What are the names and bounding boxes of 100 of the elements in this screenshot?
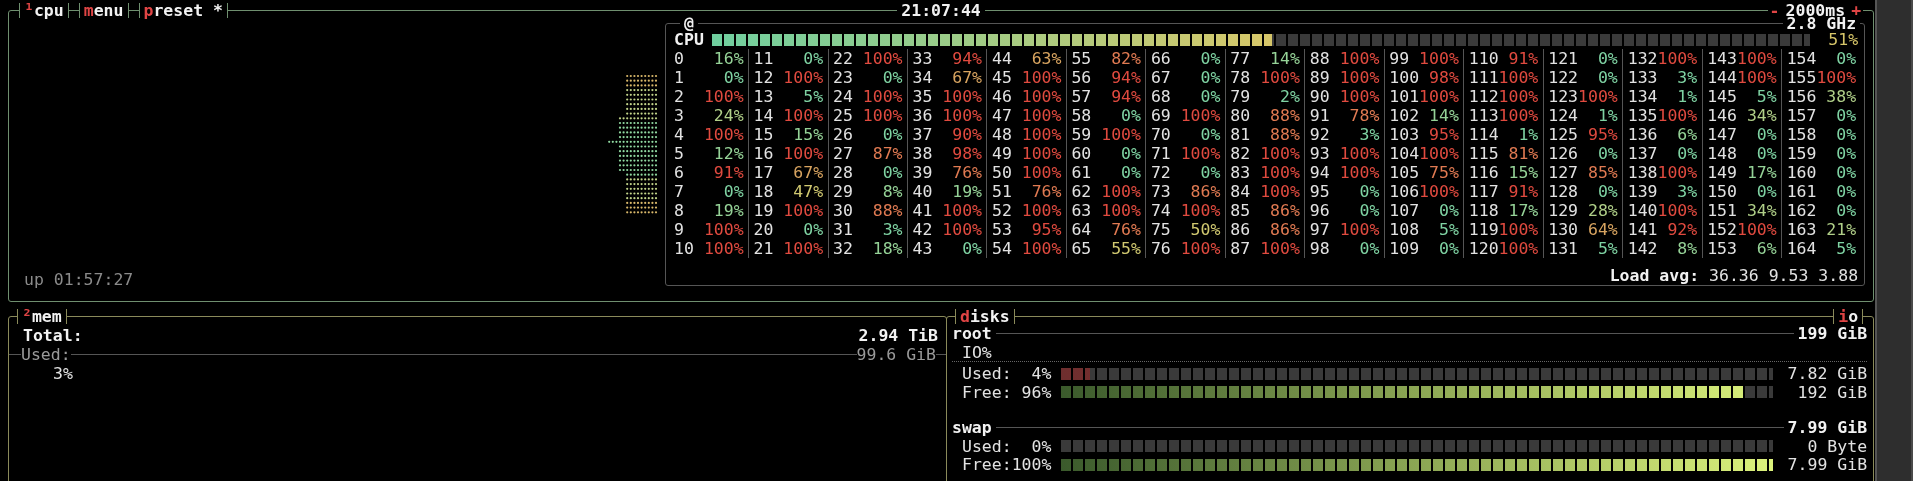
core-label: 146 (1707, 106, 1737, 125)
core-usage: 12% (712, 144, 744, 163)
core-usage: 100% (1498, 220, 1539, 239)
core-label: 95 (1309, 182, 1331, 201)
core-usage: 100% (1578, 87, 1618, 106)
core-label: 140 (1627, 201, 1658, 220)
core-usage: 5% (802, 87, 824, 106)
core-usage: 100% (1021, 106, 1062, 125)
core-usage: 81% (1507, 144, 1539, 163)
load-avg-label: Load avg: (1609, 266, 1700, 285)
core-usage: 78% (1348, 106, 1380, 125)
core-usage: 100% (703, 125, 744, 144)
core-label: 36 (912, 106, 934, 125)
core-usage: 100% (703, 220, 744, 239)
cpu-frequency: 2.8 GHz (1782, 16, 1861, 31)
core-label: 153 (1707, 239, 1737, 258)
core-label: 35 (912, 87, 934, 106)
core-usage: 100% (783, 68, 824, 87)
core-label: 112 (1468, 87, 1499, 106)
core-label: 109 (1389, 239, 1420, 258)
core-usage: 86% (1269, 220, 1300, 239)
core-label: 145 (1707, 87, 1737, 106)
core-label: 62 (1071, 182, 1093, 201)
core-label: 82 (1230, 144, 1252, 163)
core-usage: 14% (1269, 49, 1300, 68)
core-label: 147 (1707, 125, 1737, 144)
core-label: 7 (674, 182, 685, 201)
core-usage: 86% (1189, 182, 1221, 201)
core-label: 163 (1786, 220, 1817, 239)
core-label: 129 (1548, 201, 1579, 220)
core-usage: 0% (1358, 201, 1380, 220)
core-label: 101 (1389, 87, 1420, 106)
core-usage: 0% (1199, 163, 1221, 182)
volume-size: 7.99 GiB (1787, 418, 1868, 438)
io-button[interactable]: io (1833, 309, 1864, 324)
core-label: 94 (1309, 163, 1331, 182)
core-usage: 18% (871, 239, 903, 258)
core-label: 30 (833, 201, 854, 220)
clock: 21:07:44 (897, 3, 985, 18)
used-label: Used: (21, 345, 71, 364)
core-usage: 100% (1021, 68, 1062, 87)
core-usage: 100% (1736, 220, 1777, 239)
core-label: 29 (833, 182, 854, 201)
scrollbar[interactable] (1875, 0, 1913, 481)
core-usage: 50% (1189, 220, 1221, 239)
menu-button[interactable]: menu (78, 3, 129, 18)
core-label: 74 (1150, 201, 1172, 220)
core-label: 115 (1468, 144, 1499, 163)
core-label: 68 (1150, 87, 1172, 106)
core-label: 141 (1627, 220, 1658, 239)
cpu-box-title[interactable]: ¹cpu (19, 3, 69, 18)
core-usage: 100% (1657, 201, 1698, 220)
preset-button[interactable]: preset * (138, 3, 228, 18)
core-usage: 0% (1755, 182, 1777, 201)
core-usage: 100% (1498, 68, 1539, 87)
core-label: 116 (1468, 163, 1499, 182)
core-label: 97 (1309, 220, 1331, 239)
volume-name: root (952, 323, 992, 343)
core-usage: 14% (1428, 106, 1459, 125)
core-usage: 5% (1755, 87, 1777, 106)
core-label: 164 (1786, 239, 1817, 258)
core-label: 128 (1548, 182, 1579, 201)
core-label: 73 (1150, 182, 1172, 201)
core-usage: 34% (1745, 106, 1777, 125)
disks-box-title[interactable]: disks (955, 309, 1015, 324)
core-label: 14 (753, 106, 775, 125)
core-label: 45 (991, 68, 1013, 87)
core-usage: 95% (1030, 220, 1062, 239)
core-label: 24 (833, 87, 854, 106)
core-usage: 0% (1676, 144, 1698, 163)
core-label: 65 (1071, 239, 1093, 258)
core-label: 111 (1468, 68, 1499, 87)
core-usage: 0% (1199, 68, 1221, 87)
mem-box-title[interactable]: ²mem (17, 309, 67, 324)
core-label: 149 (1707, 163, 1737, 182)
core-usage: 0% (1835, 144, 1857, 163)
core-usage: 16% (712, 49, 744, 68)
core-label: 91 (1309, 106, 1331, 125)
core-label: 133 (1627, 68, 1658, 87)
core-usage: 17% (1507, 201, 1539, 220)
core-label: 137 (1627, 144, 1658, 163)
core-usage: 0% (1596, 182, 1618, 201)
io-label: IO% (962, 342, 992, 362)
core-label: 83 (1230, 163, 1252, 182)
core-usage: 100% (862, 87, 903, 106)
core-label: 54 (991, 239, 1013, 258)
core-usage: 24% (712, 106, 744, 125)
core-label: 48 (991, 125, 1013, 144)
core-usage: 3% (1676, 182, 1698, 201)
core-label: 63 (1071, 201, 1093, 220)
core-label: 98 (1309, 239, 1331, 258)
core-usage: 19% (712, 201, 744, 220)
core-usage: 100% (942, 87, 983, 106)
core-label: 96 (1309, 201, 1331, 220)
core-label: 26 (833, 125, 854, 144)
core-label: 49 (991, 144, 1013, 163)
core-label: 148 (1707, 144, 1737, 163)
core-label: 162 (1786, 201, 1817, 220)
core-label: 114 (1468, 125, 1499, 144)
core-usage: 0% (1358, 239, 1380, 258)
